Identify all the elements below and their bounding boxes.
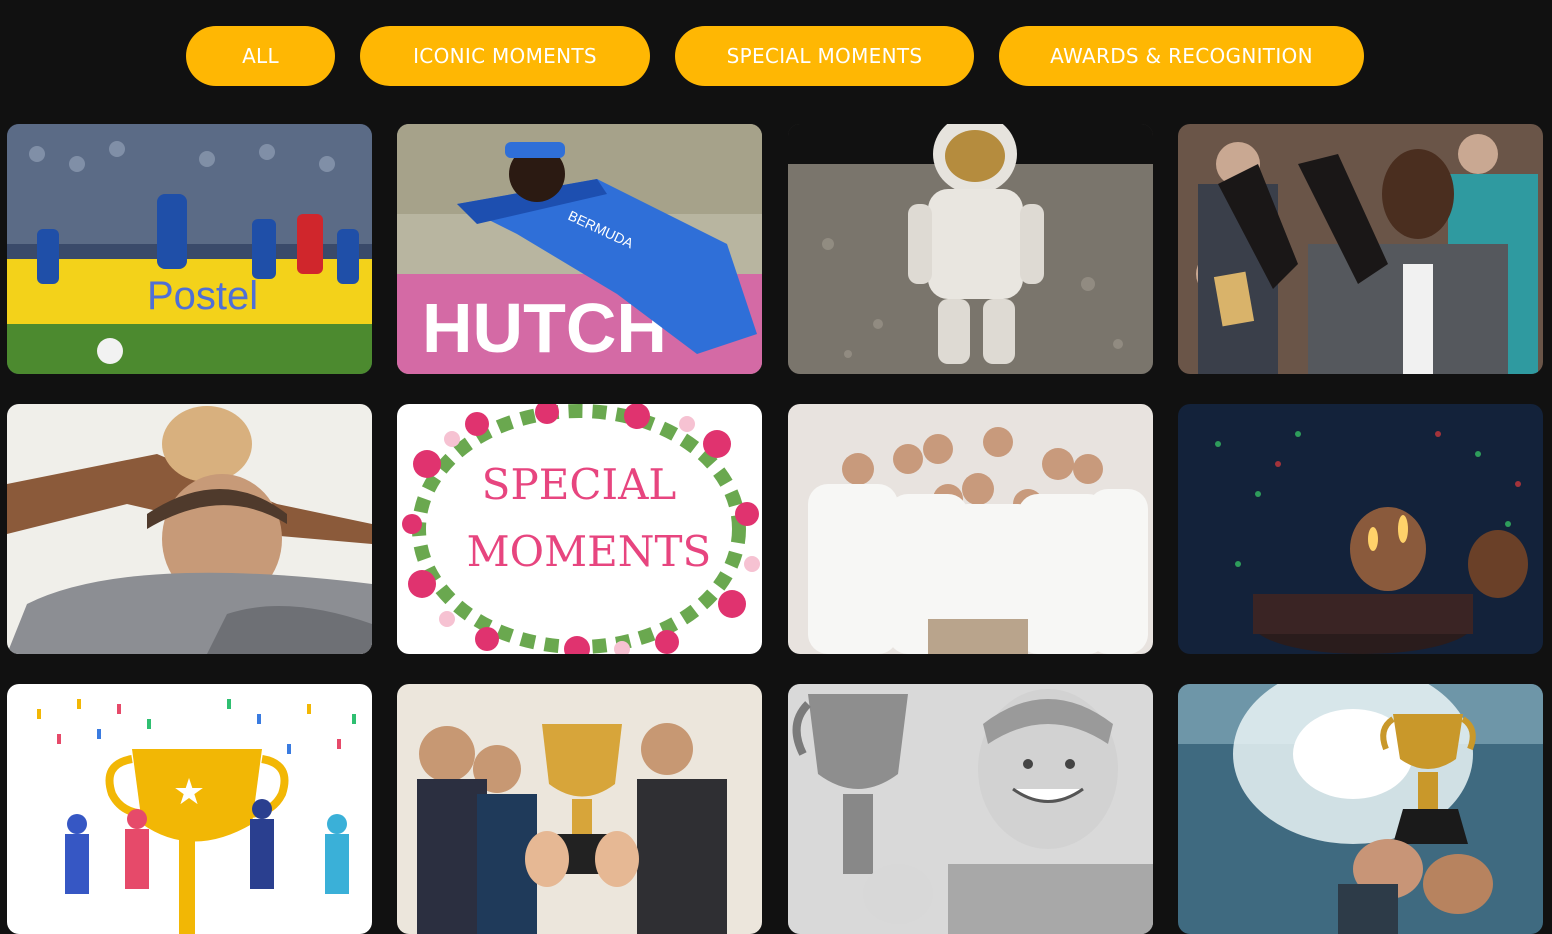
filter-special-moments-button[interactable]: SPECIAL MOMENTS <box>675 26 974 86</box>
gallery-item-family-portrait[interactable] <box>788 404 1153 654</box>
filter-awards-recognition-button[interactable]: AWARDS & RECOGNITION <box>999 26 1364 86</box>
gallery-item-special-moments-wreath[interactable]: SPECIAL MOMENTS <box>397 404 762 654</box>
trophy-illustration-image: ★ <box>7 684 372 934</box>
filter-bar: ALL ICONIC MOMENTS SPECIAL MOMENTS AWARD… <box>0 26 1552 86</box>
courtroom-image <box>1178 124 1543 374</box>
filter-iconic-moments-button[interactable]: ICONIC MOMENTS <box>360 26 650 86</box>
floral-wreath-image: SPECIAL MOMENTS <box>397 404 762 654</box>
boy-trophy-image <box>788 684 1153 934</box>
gallery-item-father-son[interactable] <box>7 404 372 654</box>
gallery-item-courtroom[interactable] <box>1178 124 1543 374</box>
cricket-catch-image: HUTCH BERMUDA <box>397 124 762 374</box>
team-trophy-image <box>397 684 762 934</box>
soccer-players-image: Postel <box>7 124 372 374</box>
gallery-item-team-trophy[interactable] <box>397 684 762 934</box>
gallery-item-birthday[interactable] <box>1178 404 1543 654</box>
filter-all-button[interactable]: ALL <box>186 26 335 86</box>
astronaut-image <box>788 124 1153 374</box>
birthday-image <box>1178 404 1543 654</box>
gallery-item-cricket-catch[interactable]: HUTCH BERMUDA <box>397 124 762 374</box>
father-son-image <box>7 404 372 654</box>
wreath-line1-text: SPECIAL <box>482 460 677 509</box>
wreath-line2-text: MOMENTS <box>467 527 712 576</box>
svg-text:★: ★ <box>173 772 205 813</box>
family-portrait-image <box>788 404 1153 654</box>
gallery-item-soccer-players[interactable]: Postel <box>7 124 372 374</box>
gallery-item-raised-trophy[interactable] <box>1178 684 1543 934</box>
gallery-item-astronaut[interactable] <box>788 124 1153 374</box>
stadium-sign-text: Postel <box>147 274 258 318</box>
raised-trophy-image <box>1178 684 1543 934</box>
gallery-item-boy-trophy[interactable] <box>788 684 1153 934</box>
gallery-item-trophy-illustration[interactable]: ★ <box>7 684 372 934</box>
